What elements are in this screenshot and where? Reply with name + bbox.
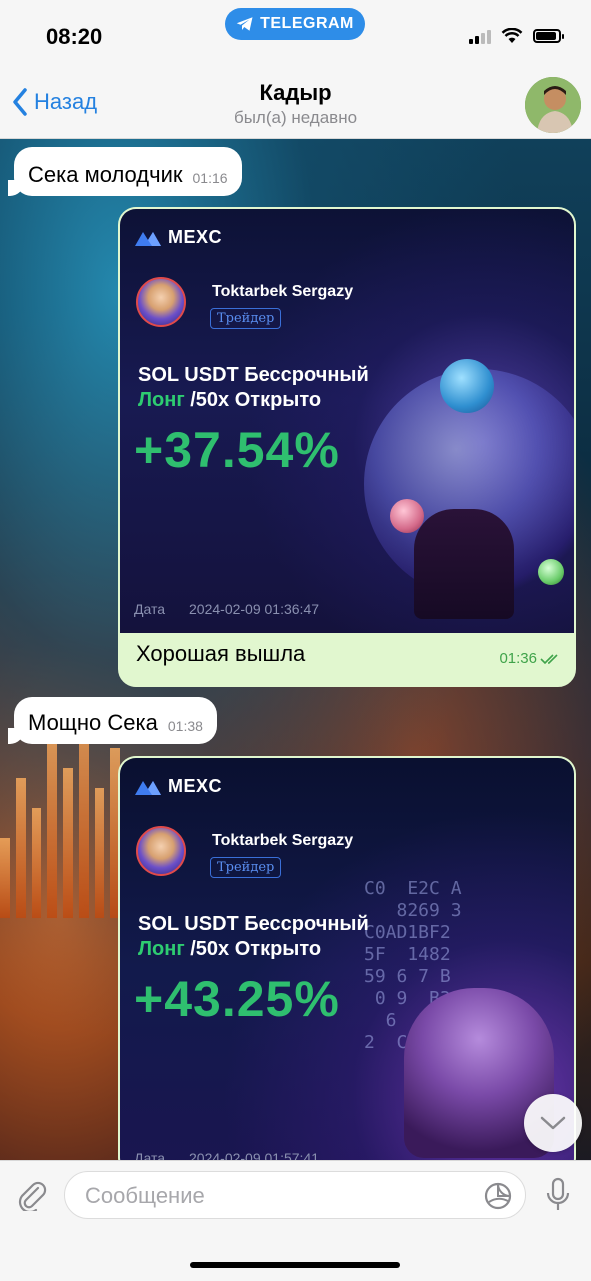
status-bar: 08:20 TELEGRAM xyxy=(0,0,591,72)
message-text: Мощно Сека xyxy=(28,710,158,735)
telegram-app-pill[interactable]: TELEGRAM xyxy=(225,8,365,40)
cellular-signal-icon xyxy=(469,28,491,44)
home-indicator xyxy=(190,1262,400,1268)
message-caption: Хорошая вышла xyxy=(136,641,306,666)
mexc-brand: MEXC xyxy=(168,227,223,247)
trade-pnl: +37.54% xyxy=(134,422,340,478)
trade-pnl: +43.25% xyxy=(134,971,340,1027)
chevron-down-icon xyxy=(540,1116,566,1130)
coin-decoration xyxy=(538,559,564,585)
wifi-icon xyxy=(501,28,523,43)
trade-pair: SOL USDT Бессрочный Лонг /50x Открыто xyxy=(138,912,369,962)
telegram-icon xyxy=(236,17,253,31)
attach-button[interactable] xyxy=(14,1177,50,1213)
trader-badge: Трейдер xyxy=(210,308,282,329)
trader-avatar xyxy=(136,826,186,876)
message-incoming[interactable]: Сека молодчик 01:16 xyxy=(8,147,242,196)
trade-pair-rest: /50x Открыто xyxy=(184,938,322,960)
battery-level-fill xyxy=(536,32,556,40)
trade-date-label: Дата xyxy=(134,601,166,617)
mexc-logo-icon xyxy=(135,231,161,246)
message-outgoing[interactable]: MEXC Toktarbek Sergazy Трейдер SOL USDT … xyxy=(118,207,576,687)
paperclip-icon xyxy=(18,1181,47,1211)
contact-avatar[interactable] xyxy=(525,77,581,133)
chat-subtitle: был(а) недавно xyxy=(233,108,358,127)
avatar-photo xyxy=(525,77,581,133)
mexc-logo: MEXC xyxy=(134,227,222,248)
trader-avatar xyxy=(136,277,186,327)
trader-badge: Трейдер xyxy=(210,857,282,878)
trade-side: Лонг xyxy=(138,389,185,411)
bitcoin-coin-decoration xyxy=(440,359,494,413)
message-outgoing[interactable]: C0 E2C A 8269 3 C0AD1BF2 5F 1482 59 6 7 … xyxy=(118,756,576,1176)
message-time: 01:36 xyxy=(499,650,562,667)
microphone-icon xyxy=(546,1177,570,1210)
status-icons xyxy=(469,28,564,44)
message-time-text: 01:36 xyxy=(499,650,537,667)
message-text: Сека молодчик xyxy=(28,162,183,187)
scroll-down-button[interactable] xyxy=(524,1094,582,1152)
microphone-button[interactable] xyxy=(540,1175,576,1215)
trade-pair: SOL USDT Бессрочный Лонг /50x Открыто xyxy=(138,363,369,413)
chat-title[interactable]: Кадыр xyxy=(0,80,591,106)
double-check-icon xyxy=(540,653,558,664)
status-time: 08:20 xyxy=(46,24,103,49)
trader-name: Toktarbek Sergazy xyxy=(212,832,354,849)
message-incoming[interactable]: Мощно Сека 01:38 xyxy=(8,697,217,744)
sticker-icon xyxy=(484,1182,512,1210)
chat-header: Назад Кадыр был(а) недавно xyxy=(0,72,591,139)
trader-name: Toktarbek Sergazy xyxy=(212,283,354,300)
trade-card-image[interactable]: C0 E2C A 8269 3 C0AD1BF2 5F 1482 59 6 7 … xyxy=(120,758,574,1174)
trade-pair-line2: Лонг /50x Открыто xyxy=(138,388,369,413)
message-time: 01:38 xyxy=(167,718,203,734)
message-time: 01:16 xyxy=(192,170,228,186)
mexc-logo-icon xyxy=(135,780,161,795)
telegram-pill-label: TELEGRAM xyxy=(260,15,354,32)
trade-side: Лонг xyxy=(138,938,185,960)
battery-icon xyxy=(533,29,564,43)
trade-date-row: Дата 2024-02-09 01:36:47 xyxy=(134,601,319,617)
trade-pair-rest: /50x Открыто xyxy=(184,389,322,411)
sticker-button[interactable] xyxy=(483,1181,513,1211)
message-input[interactable] xyxy=(83,1180,467,1212)
trade-pair-line2: Лонг /50x Открыто xyxy=(138,937,369,962)
trade-pair-line1: SOL USDT Бессрочный xyxy=(138,364,369,386)
message-caption-row: Хорошая вышла 01:36 xyxy=(120,633,574,675)
trade-pair-line1: SOL USDT Бессрочный xyxy=(138,913,369,935)
trade-card-image[interactable]: MEXC Toktarbek Sergazy Трейдер SOL USDT … xyxy=(120,209,574,633)
message-field[interactable] xyxy=(64,1171,526,1219)
mexc-brand: MEXC xyxy=(168,776,223,796)
mexc-logo: MEXC xyxy=(134,776,222,797)
character-figure-decoration xyxy=(414,509,514,619)
trade-date-value: 2024-02-09 01:36:47 xyxy=(189,601,320,617)
